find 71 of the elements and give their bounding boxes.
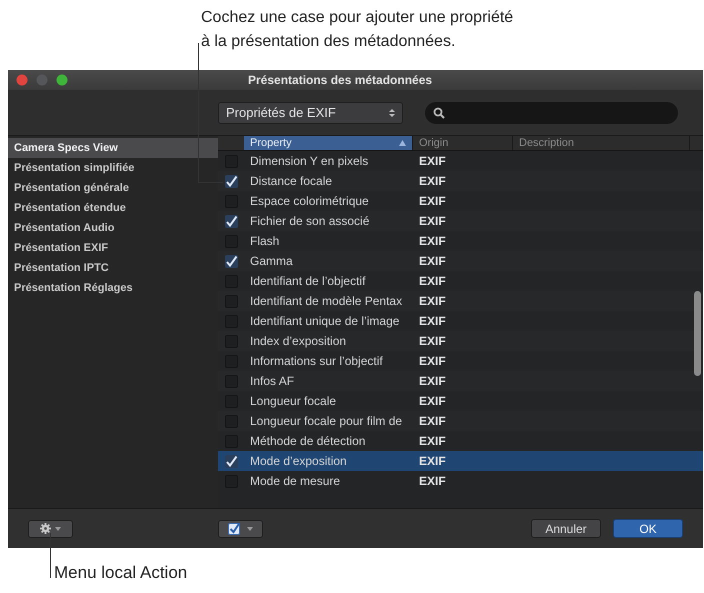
table-row[interactable]: Identifiant de modèle Pentax EXIF [218, 291, 703, 311]
table-cell-text: EXIF [418, 293, 447, 310]
table-cell-text: EXIF [418, 453, 447, 470]
table-cell-text: Identifiant de modèle Pentax [249, 293, 404, 310]
table-cell-text: EXIF [418, 193, 447, 210]
annotation-text: Menu local Action [54, 562, 188, 584]
table-cell-text: Mode d’exposition [249, 453, 348, 470]
table-cell-text: EXIF [418, 173, 447, 190]
gear-icon [40, 523, 51, 534]
table-cell-text: EXIF [418, 273, 447, 290]
table-cell-text: Distance focale [249, 173, 334, 190]
table-cell-text: Espace colorimétrique [249, 193, 370, 210]
column-header[interactable]: Description [513, 136, 690, 150]
window-title: Présentations des métadonnées [248, 72, 432, 89]
table-cell-text: Identifiant de l’objectif [249, 273, 366, 290]
table-cell-text: EXIF [418, 313, 447, 330]
properties-dropdown[interactable]: Propriétés de EXIF [218, 102, 403, 124]
table-cell-text: Fichier de son associé [249, 213, 370, 230]
window-controls-icon[interactable] [16, 74, 68, 86]
table-cell-text: EXIF [418, 473, 447, 490]
table-cell-text: Dimension Y en pixels [249, 153, 370, 170]
sidebar-item[interactable]: Présentation Audio [8, 218, 218, 238]
table-cell-text: EXIF [418, 353, 447, 370]
stepper-icon [389, 108, 395, 118]
search-field[interactable] [425, 102, 678, 124]
table-cell-text: EXIF [418, 153, 447, 170]
sidebar-item[interactable]: Camera Specs View [8, 138, 218, 158]
search-icon [433, 106, 445, 118]
cancel-button[interactable]: Annuler [531, 519, 601, 538]
table-cell-text: EXIF [418, 213, 447, 230]
table-cell-text: EXIF [418, 233, 447, 250]
table-cell-text: Index d’exposition [249, 333, 348, 350]
sidebar-item[interactable]: Présentation Réglages [8, 278, 218, 298]
table-cell-text: EXIF [418, 333, 447, 350]
table-cell-text: Infos AF [249, 373, 296, 390]
sidebar-item[interactable]: Présentation simplifiée [8, 158, 218, 178]
table-cell-text: Longueur focale pour film de [249, 413, 404, 430]
table-cell-text: Longueur focale [249, 393, 338, 410]
table-cell-text: EXIF [418, 373, 447, 390]
sidebar-item[interactable]: Présentation étendue [8, 198, 218, 218]
annotation-text: Cochez une case pour ajouter une propriété à la présentation des métadonnées. [201, 8, 514, 52]
sidebar-item[interactable]: Présentation IPTC [8, 258, 218, 278]
table-cell-text: Gamma [249, 253, 294, 270]
table-cell-text: Mode de mesure [249, 473, 342, 490]
table-row[interactable]: Mode d’exposition EXIF [218, 451, 703, 471]
table-cell-text: EXIF [418, 413, 447, 430]
table-row[interactable]: Infos AF EXIF [218, 371, 703, 391]
column-header[interactable]: Origin [413, 136, 513, 150]
table-row[interactable]: Longueur focale pour film de EXIF [218, 411, 703, 431]
scrollbar-thumb[interactable] [694, 291, 701, 376]
checkbox-menu-button[interactable] [218, 520, 263, 538]
checkbox-icon [228, 522, 241, 535]
action-menu-button[interactable] [28, 520, 73, 538]
caret-icon [247, 526, 253, 530]
table-cell-text: EXIF [418, 253, 447, 270]
table-cell-text: EXIF [418, 433, 447, 450]
sidebar-item[interactable]: Présentation générale [8, 178, 218, 198]
table-row[interactable]: Distance focale EXIF [218, 171, 703, 191]
ok-button[interactable]: OK [613, 519, 683, 538]
caret-icon [55, 526, 61, 530]
table-row[interactable]: Gamma EXIF [218, 251, 703, 271]
table-row[interactable]: Index d’exposition EXIF [218, 331, 703, 351]
table-cell-text: Identifiant unique de l’image [249, 313, 400, 330]
table-cell-text: Flash [249, 233, 280, 250]
table-cell-text: Méthode de détection [249, 433, 366, 450]
sidebar-item[interactable]: Présentation EXIF [8, 238, 218, 258]
table-cell-text: Informations sur l’objectif [249, 353, 384, 370]
sort-arrow-icon [399, 140, 406, 146]
table-cell-text: EXIF [418, 393, 447, 410]
table-row[interactable]: Fichier de son associé EXIF [218, 211, 703, 231]
column-header[interactable]: Property [244, 136, 413, 150]
